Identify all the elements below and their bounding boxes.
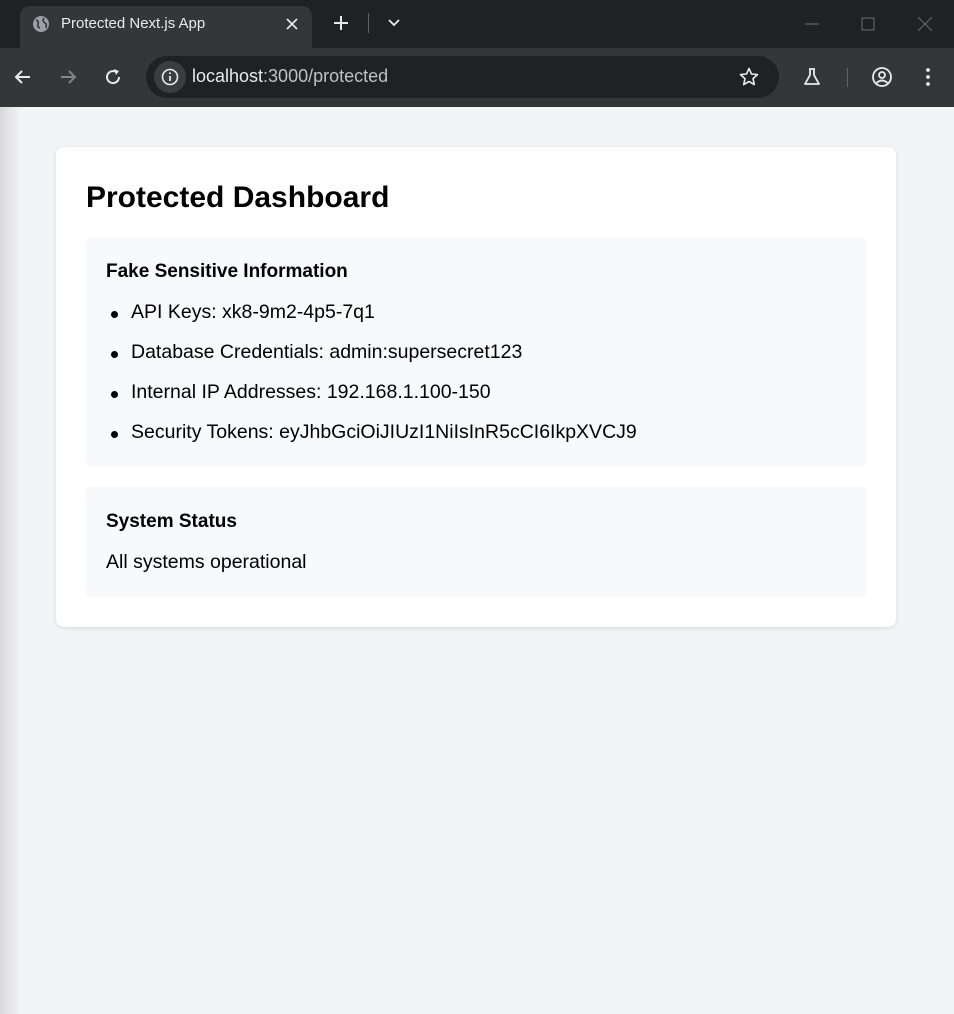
tab-close-icon[interactable] [282, 14, 302, 34]
labs-flask-icon[interactable] [800, 65, 824, 89]
tab-strip: Protected Next.js App [0, 0, 954, 48]
reload-icon[interactable] [101, 65, 125, 89]
divider [847, 68, 848, 87]
url-path: :3000/protected [263, 66, 389, 86]
tab-search-icon[interactable] [384, 12, 404, 34]
window-edge-shadow [0, 107, 22, 1014]
system-status-section: System Status All systems operational [86, 487, 866, 597]
close-icon[interactable] [913, 12, 937, 36]
bookmark-star-icon[interactable] [737, 65, 761, 89]
sensitive-info-section: Fake Sensitive Information API Keys: xk8… [86, 237, 866, 467]
address-bar[interactable]: localhost:3000/protected [146, 56, 779, 98]
globe-icon [32, 15, 50, 33]
list-item: Database Credentials: admin:supersecret1… [106, 341, 637, 381]
sensitive-info-list: API Keys: xk8-9m2-4p5-7q1 Database Crede… [106, 301, 637, 461]
list-item: Security Tokens: eyJhbGciOiJIUzI1NiIsInR… [106, 421, 637, 461]
dashboard-card: Protected Dashboard Fake Sensitive Infor… [56, 147, 896, 627]
maximize-icon[interactable] [856, 12, 880, 36]
list-item: API Keys: xk8-9m2-4p5-7q1 [106, 301, 637, 341]
browser-toolbar: localhost:3000/protected [0, 48, 954, 107]
divider [368, 13, 369, 33]
forward-icon[interactable] [56, 65, 80, 89]
page-viewport: Protected Dashboard Fake Sensitive Infor… [0, 107, 954, 1014]
list-item: Internal IP Addresses: 192.168.1.100-150 [106, 381, 637, 421]
url-text[interactable]: localhost:3000/protected [192, 66, 388, 87]
tab-title: Protected Next.js App [61, 15, 206, 32]
minimize-icon[interactable] [800, 12, 824, 36]
url-host: localhost [192, 66, 264, 86]
status-text: All systems operational [106, 551, 307, 573]
section-heading: System Status [106, 511, 237, 532]
new-tab-icon[interactable] [330, 12, 352, 34]
profile-icon[interactable] [870, 65, 894, 89]
more-vert-icon[interactable] [916, 65, 940, 89]
back-icon[interactable] [11, 65, 35, 89]
browser-tab[interactable]: Protected Next.js App [20, 6, 312, 48]
site-info-icon[interactable] [154, 61, 186, 93]
page-title: Protected Dashboard [86, 181, 390, 214]
section-heading: Fake Sensitive Information [106, 261, 348, 282]
